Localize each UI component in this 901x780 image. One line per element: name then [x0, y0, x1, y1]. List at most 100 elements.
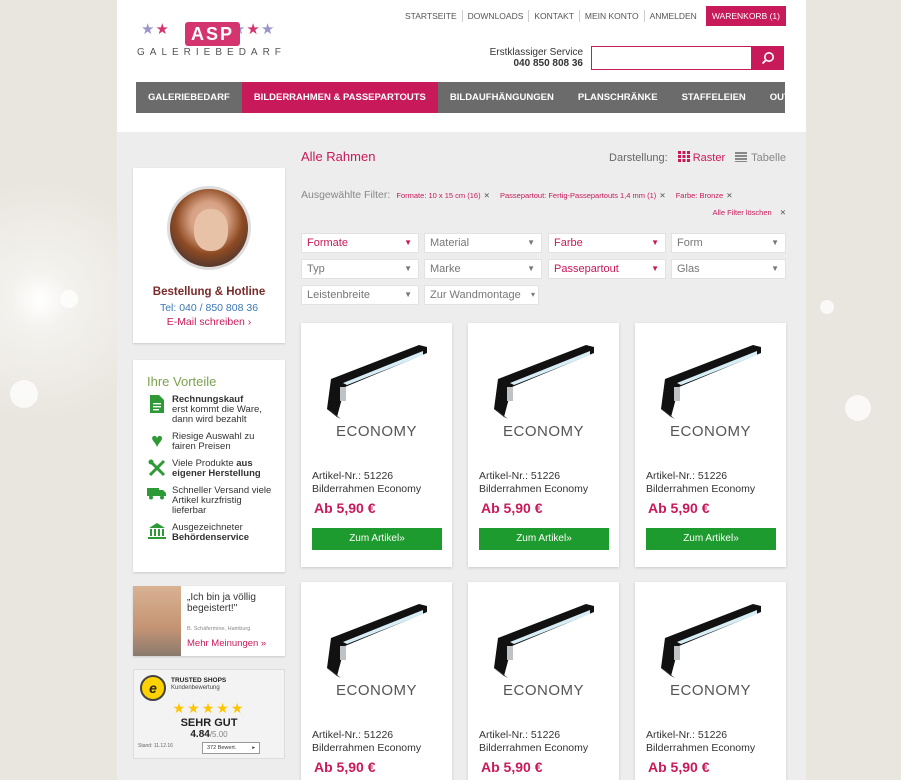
select-label: Glas	[677, 263, 700, 275]
product-brand: ECONOMY	[335, 682, 417, 699]
product-card[interactable]: ECONOMY Artikel-Nr.: 51226 Bilderrahmen E…	[635, 582, 786, 780]
close-icon[interactable]: ✕	[659, 191, 665, 200]
reviews-count: 372 Bewert.	[207, 745, 237, 751]
document-icon	[147, 395, 167, 415]
frame-image	[494, 604, 594, 678]
filter-select-marke[interactable]: Marke ▼	[424, 259, 542, 279]
service-label: Erstklassiger Service	[489, 47, 583, 58]
filter-chip[interactable]: Formate: 10 x 15 cm (16) ✕	[396, 191, 490, 200]
product-button[interactable]: Zum Artikel»	[312, 528, 442, 550]
trusted-shops-seal-icon: e	[140, 675, 166, 701]
topnav-kontakt[interactable]: KONTAKT	[528, 10, 579, 22]
filter-select-formate[interactable]: Formate ▼	[301, 233, 419, 253]
frame-image	[327, 604, 427, 678]
search-input[interactable]	[592, 47, 747, 69]
product-name: Bilderrahmen Economy	[646, 742, 756, 754]
nav-bildaufhaengungen[interactable]: BILDAUFHÄNGUNGEN	[438, 82, 566, 113]
service-phone: 040 850 808 36	[513, 58, 583, 69]
more-reviews-link[interactable]: Mehr Meinungen »	[187, 638, 266, 649]
filter-select-leistenbreite[interactable]: Leistenbreite ▼	[301, 285, 419, 305]
hotline-box: Bestellung & Hotline Tel: 040 / 850 808 …	[133, 168, 285, 343]
product-sku: Artikel-Nr.: 51226	[646, 729, 728, 741]
reviews-button[interactable]: 372 Bewert. ▸	[202, 742, 260, 754]
active-filters: Ausgewählte Filter: Formate: 10 x 15 cm …	[301, 186, 786, 205]
top-navigation: STARTSEITE DOWNLOADS KONTAKT MEIN KONTO …	[400, 6, 786, 26]
vorteil-text: erst kommt die Ware, dann wird bezahlt	[172, 404, 262, 425]
topnav-anmelden[interactable]: ANMELDEN	[643, 10, 702, 22]
bokeh-light	[10, 380, 38, 408]
trusted-shops-badge[interactable]: e TRUSTED SHOPS Kundenbewertung ★★★★★ SE…	[133, 669, 285, 759]
product-name: Bilderrahmen Economy	[479, 483, 589, 495]
view-raster-button[interactable]: Raster	[677, 151, 725, 164]
topnav-downloads[interactable]: DOWNLOADS	[461, 10, 529, 22]
nav-planschraenke[interactable]: PLANSCHRÄNKE	[566, 82, 670, 113]
chevron-down-icon: ▼	[404, 238, 412, 247]
logo[interactable]: ★★ ★★★ ASP GALERIEBEDARF	[137, 20, 297, 70]
close-icon[interactable]: ✕	[726, 191, 732, 200]
filter-chip[interactable]: Farbe: Bronze ✕	[676, 191, 733, 200]
header: ★★ ★★★ ASP GALERIEBEDARF STARTSEITE DOWN…	[117, 0, 806, 132]
filter-chip[interactable]: Passepartout: Fertig-Passepartouts 1,4 m…	[500, 191, 666, 200]
product-card[interactable]: ECONOMY Artikel-Nr.: 51226 Bilderrahmen E…	[635, 323, 786, 567]
vorteil-item: ♥ Riesige Auswahl zu fairen Preisen	[147, 430, 277, 452]
filter-select-farbe[interactable]: Farbe ▼	[548, 233, 666, 253]
filter-select-glas[interactable]: Glas ▼	[671, 259, 786, 279]
product-button[interactable]: Zum Artikel»	[479, 528, 609, 550]
product-card[interactable]: ECONOMY Artikel-Nr.: 51226 Bilderrahmen E…	[301, 582, 452, 780]
select-label: Farbe	[554, 237, 583, 249]
search-button[interactable]	[751, 46, 784, 70]
product-brand: ECONOMY	[669, 423, 751, 440]
page-title: Alle Rahmen	[301, 149, 376, 164]
product-name: Bilderrahmen Economy	[646, 483, 756, 495]
logo-badge: ASP	[185, 22, 241, 46]
filter-select-wandmontage[interactable]: Zur Wandmontage ▾	[424, 285, 539, 305]
frame-image	[661, 604, 761, 678]
nav-outlet[interactable]: OUTLET	[758, 82, 806, 113]
filter-select-passepartout[interactable]: Passepartout ▼	[548, 259, 666, 279]
product-brand: ECONOMY	[502, 682, 584, 699]
product-brand: ECONOMY	[502, 423, 584, 440]
close-icon[interactable]: ✕	[484, 191, 490, 200]
cart-button[interactable]: WARENKORB (1)	[705, 6, 786, 26]
hotline-title: Bestellung & Hotline	[152, 286, 266, 298]
heart-icon: ♥	[151, 430, 163, 452]
trusted-shops-sub: Kundenbewertung	[171, 685, 220, 691]
rating-max: /5.00	[209, 730, 228, 739]
filter-select-typ[interactable]: Typ ▼	[301, 259, 419, 279]
topnav-mein-konto[interactable]: MEIN KONTO	[578, 10, 644, 22]
filter-select-form[interactable]: Form ▼	[671, 233, 786, 253]
product-card[interactable]: ECONOMY Artikel-Nr.: 51226 Bilderrahmen E…	[301, 323, 452, 567]
product-brand: ECONOMY	[669, 682, 751, 699]
chevron-down-icon: ▼	[651, 264, 659, 273]
product-sku: Artikel-Nr.: 51226	[646, 470, 728, 482]
vorteil-item: Viele Produkte aus eigener Herstellung	[147, 459, 277, 479]
trusted-shops-name: TRUSTED SHOPS	[171, 677, 227, 684]
product-info: Artikel-Nr.: 51226 Bilderrahmen Economy	[646, 470, 755, 496]
view-tabelle-button[interactable]: Tabelle	[735, 151, 786, 164]
bokeh-light	[60, 290, 78, 308]
close-icon[interactable]: ✕	[780, 208, 786, 217]
vorteile-title: Ihre Vorteile	[147, 374, 217, 389]
nav-bilderrahmen-passepartouts[interactable]: BILDERRAHMEN & PASSEPARTOUTS	[241, 82, 438, 113]
email-link[interactable]: E-Mail schreiben ›	[133, 316, 285, 328]
hotline-phone[interactable]: Tel: 040 / 850 808 36	[133, 302, 285, 314]
select-label: Leistenbreite	[307, 289, 370, 301]
testimonial-photo	[133, 586, 181, 656]
nav-galeriebedarf[interactable]: GALERIEBEDARF	[136, 82, 242, 113]
avatar-face	[194, 209, 228, 251]
vorteil-text: Riesige Auswahl zu fairen Preisen	[172, 431, 255, 452]
product-sku: Artikel-Nr.: 51226	[312, 729, 394, 741]
product-price: Ab 5,90 €	[481, 759, 543, 775]
product-card[interactable]: ECONOMY Artikel-Nr.: 51226 Bilderrahmen E…	[468, 582, 619, 780]
clear-filters-link[interactable]: Alle Filter löschen ✕	[713, 208, 787, 217]
product-card[interactable]: ECONOMY Artikel-Nr.: 51226 Bilderrahmen E…	[468, 323, 619, 567]
testimonial-quote: „Ich bin ja völlig begeistert!"	[187, 592, 256, 614]
nav-staffeleien[interactable]: STAFFELEIEN	[670, 82, 758, 113]
topnav-startseite[interactable]: STARTSEITE	[400, 10, 462, 22]
filter-select-material[interactable]: Material ▼	[424, 233, 542, 253]
product-button[interactable]: Zum Artikel»	[646, 528, 776, 550]
product-info: Artikel-Nr.: 51226 Bilderrahmen Economy	[479, 729, 588, 755]
product-brand: ECONOMY	[335, 423, 417, 440]
view-switch: Darstellung: Raster Tabelle	[609, 151, 786, 164]
chevron-down-icon: ▼	[527, 264, 535, 273]
